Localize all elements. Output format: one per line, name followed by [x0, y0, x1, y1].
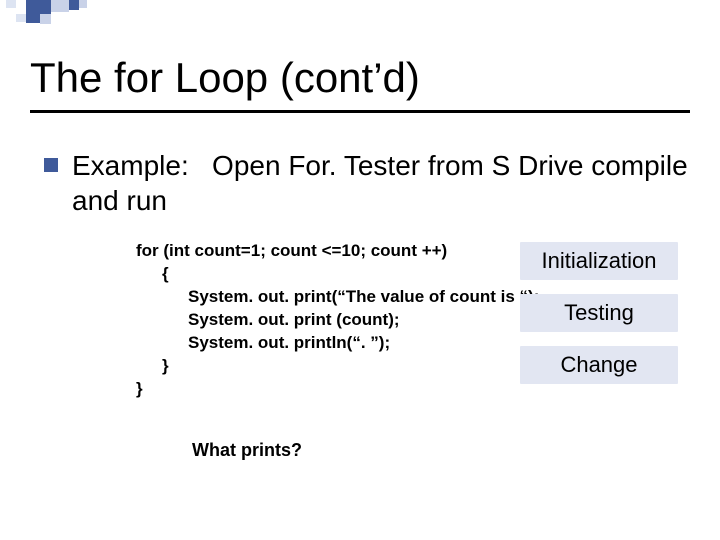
code-line: for (int count=1; count <=10; count ++) [136, 240, 539, 263]
label-change: Change [520, 346, 678, 384]
question-text: What prints? [192, 440, 302, 461]
label-initialization: Initialization [520, 242, 678, 280]
code-line: System. out. print (count); [136, 309, 539, 332]
code-line: System. out. print(“The value of count i… [136, 286, 539, 309]
code-line: } [136, 378, 539, 401]
bullet-item: Example: Open For. Tester from S Drive c… [44, 148, 690, 218]
title-underline [30, 110, 690, 113]
bullet-icon [44, 158, 58, 172]
code-line: System. out. println(“. ”); [136, 332, 539, 355]
slide-title: The for Loop (cont’d) [30, 54, 420, 102]
bullet-text: Example: Open For. Tester from S Drive c… [72, 148, 690, 218]
code-line: { [136, 263, 539, 286]
code-line: } [136, 355, 539, 378]
label-testing: Testing [520, 294, 678, 332]
loop-part-labels: Initialization Testing Change [520, 242, 678, 384]
code-example: for (int count=1; count <=10; count ++) … [136, 240, 539, 401]
slide-corner-decoration [0, 0, 140, 30]
